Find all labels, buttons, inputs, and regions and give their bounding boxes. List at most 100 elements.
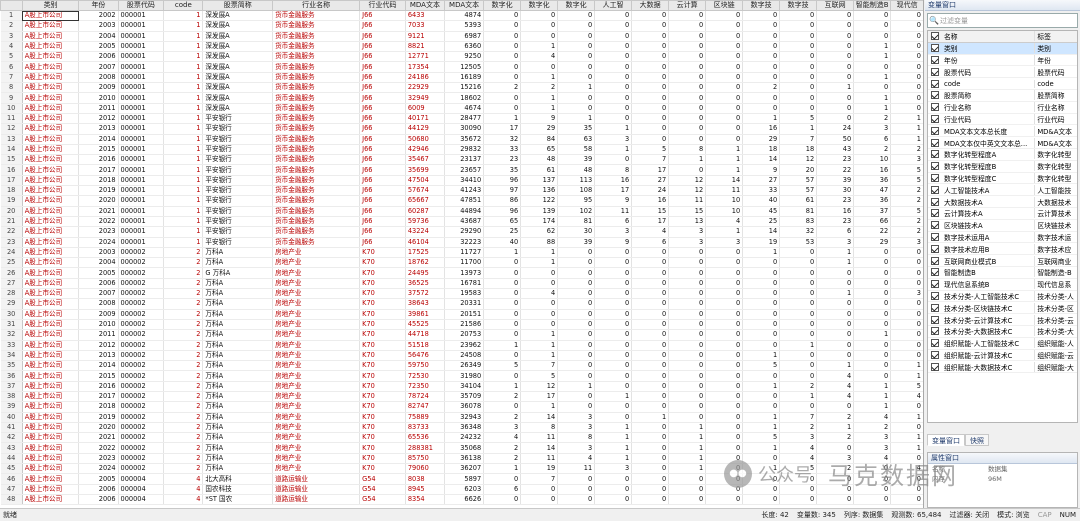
table-row[interactable]: 42 A股上市公司 2021 000002 2 万科A 房地产业 K70 65536 24232 4… [0, 432, 923, 444]
table-cell[interactable]: 000002 [118, 360, 165, 372]
table-cell[interactable]: 000001 [118, 144, 165, 156]
variable-item[interactable]: 行业名称 行业名称 [928, 102, 1077, 114]
table-cell[interactable]: 2014 [78, 134, 119, 145]
table-cell[interactable]: 0 [705, 92, 744, 104]
table-cell[interactable]: 货币金融服务 [272, 164, 361, 176]
row-number[interactable]: 22 [0, 226, 23, 238]
table-cell[interactable]: 102 [557, 206, 596, 217]
table-cell[interactable]: 2017 [78, 391, 119, 403]
table-cell[interactable]: 1 [520, 103, 559, 114]
table-cell[interactable]: 96 [483, 206, 522, 217]
variable-checkbox[interactable] [931, 55, 939, 64]
table-cell[interactable]: 0 [594, 494, 633, 506]
table-cell[interactable]: A股上市公司 [22, 401, 80, 413]
table-cell[interactable]: 0 [853, 257, 892, 269]
table-cell[interactable]: 1 [779, 123, 818, 135]
table-cell[interactable]: 平安银行 [202, 226, 274, 238]
table-cell[interactable]: 24186 [405, 72, 446, 84]
table-cell[interactable]: 137 [520, 175, 559, 187]
table-cell[interactable]: 20151 [444, 309, 485, 320]
table-cell[interactable]: 1 [163, 175, 204, 187]
column-header[interactable]: 股票代码 [117, 0, 165, 11]
row-number[interactable]: 38 [0, 391, 23, 403]
table-cell[interactable]: 0 [668, 401, 707, 413]
row-number[interactable]: 6 [0, 61, 23, 73]
table-cell[interactable]: 0 [705, 360, 744, 372]
table-cell[interactable]: 4 [816, 391, 855, 403]
table-cell[interactable]: 0 [742, 51, 781, 63]
table-cell[interactable]: 货币金融服务 [272, 206, 361, 217]
table-cell[interactable]: 0 [779, 82, 818, 94]
table-cell[interactable]: 平安银行 [202, 123, 274, 135]
table-row[interactable]: 14 A股上市公司 2015 000001 1 平安银行 货币金融服务 J66 42946 298… [0, 144, 923, 156]
table-cell[interactable]: 0 [668, 82, 707, 94]
table-cell[interactable]: 11 [557, 463, 596, 475]
table-cell[interactable]: 11 [594, 206, 633, 217]
table-cell[interactable]: A股上市公司 [22, 103, 80, 114]
table-cell[interactable]: K70 [359, 340, 406, 351]
table-cell[interactable]: 货币金融服务 [272, 41, 361, 53]
table-cell[interactable]: 0 [705, 412, 744, 423]
table-cell[interactable]: 97 [483, 185, 522, 197]
table-cell[interactable]: 0 [631, 267, 670, 279]
table-row[interactable]: 38 A股上市公司 2017 000002 2 万科A 房地产业 K70 78724 35709 2… [0, 391, 923, 403]
table-cell[interactable]: 4 [816, 370, 855, 382]
table-cell[interactable]: 1 [557, 381, 596, 392]
table-cell[interactable]: 36348 [444, 422, 485, 434]
row-number[interactable]: 44 [0, 453, 23, 465]
table-cell[interactable]: 7 [779, 134, 818, 145]
table-cell[interactable]: G 万科A [202, 267, 274, 279]
table-cell[interactable]: 30 [816, 185, 855, 197]
table-cell[interactable]: 0 [853, 319, 892, 331]
table-cell[interactable]: 23 [816, 216, 855, 228]
table-cell[interactable]: 货币金融服务 [272, 10, 361, 22]
variable-item[interactable]: 现代信息系统B 现代信息系 [928, 279, 1077, 291]
table-row[interactable]: 16 A股上市公司 2017 000001 1 平安银行 货币金融服务 J66 35699 236… [0, 164, 923, 176]
variable-item[interactable]: 数字化转型程度C 数字化转型 [928, 172, 1077, 185]
variable-checkbox[interactable] [931, 339, 939, 348]
table-cell[interactable]: 8038 [405, 473, 446, 485]
variable-checkbox[interactable] [931, 197, 939, 206]
table-cell[interactable]: 25 [742, 216, 781, 228]
table-cell[interactable]: 0 [705, 391, 744, 403]
table-cell[interactable]: K70 [359, 401, 406, 413]
row-number[interactable]: 43 [0, 442, 23, 454]
table-row[interactable]: 3 A股上市公司 2004 000001 1 深发展A 货币金融服务 J66 9121 6987 0… [0, 31, 923, 42]
table-cell[interactable]: 0 [594, 20, 633, 32]
table-cell[interactable]: 0 [631, 113, 670, 125]
table-cell[interactable]: 24 [816, 123, 855, 135]
table-cell[interactable]: 25 [483, 226, 522, 238]
table-cell[interactable]: 0 [520, 484, 559, 495]
data-grid[interactable]: 类别 年份 股票代码 code 股票简称 行业名称 行业代码 MDA文本 MDA文本 数字化 数字化… [0, 0, 924, 508]
table-cell[interactable]: 2004 [78, 257, 119, 269]
table-cell[interactable]: 1 [668, 442, 707, 454]
table-cell[interactable]: 000001 [118, 123, 165, 135]
table-cell[interactable]: 0 [594, 61, 633, 73]
table-cell[interactable]: 0 [705, 298, 744, 310]
table-cell[interactable]: 0 [779, 72, 818, 84]
table-cell[interactable]: A股上市公司 [22, 288, 80, 300]
table-cell[interactable]: 45525 [405, 319, 446, 331]
table-cell[interactable]: J66 [359, 175, 406, 187]
table-cell[interactable]: 0 [779, 360, 818, 372]
variable-item[interactable]: 组织赋能-云计算技术C 组织赋能-云 [928, 349, 1077, 362]
table-cell[interactable]: J66 [359, 216, 406, 228]
table-cell[interactable]: 0 [890, 61, 923, 73]
table-cell[interactable]: 0 [816, 298, 855, 310]
table-cell[interactable]: 22 [816, 164, 855, 176]
table-cell[interactable]: 20331 [444, 298, 485, 310]
table-cell[interactable]: 7033 [405, 20, 446, 32]
table-cell[interactable]: 24232 [444, 432, 485, 444]
table-cell[interactable]: A股上市公司 [22, 226, 80, 238]
table-cell[interactable]: 32943 [444, 412, 485, 423]
row-number[interactable]: 45 [0, 463, 23, 475]
table-cell[interactable]: 1 [163, 195, 204, 207]
table-cell[interactable]: 0 [520, 309, 559, 320]
table-cell[interactable]: 9 [742, 164, 781, 176]
variable-item[interactable]: 互联网商业模式B 互联网商业 [928, 255, 1077, 267]
table-row[interactable]: 21 A股上市公司 2022 000001 1 平安银行 货币金融服务 J66 59736 436… [0, 216, 923, 228]
table-cell[interactable]: 65 [483, 216, 522, 228]
table-cell[interactable]: 1 [163, 10, 204, 22]
table-cell[interactable]: 0 [594, 401, 633, 413]
table-cell[interactable]: 57 [779, 185, 818, 197]
